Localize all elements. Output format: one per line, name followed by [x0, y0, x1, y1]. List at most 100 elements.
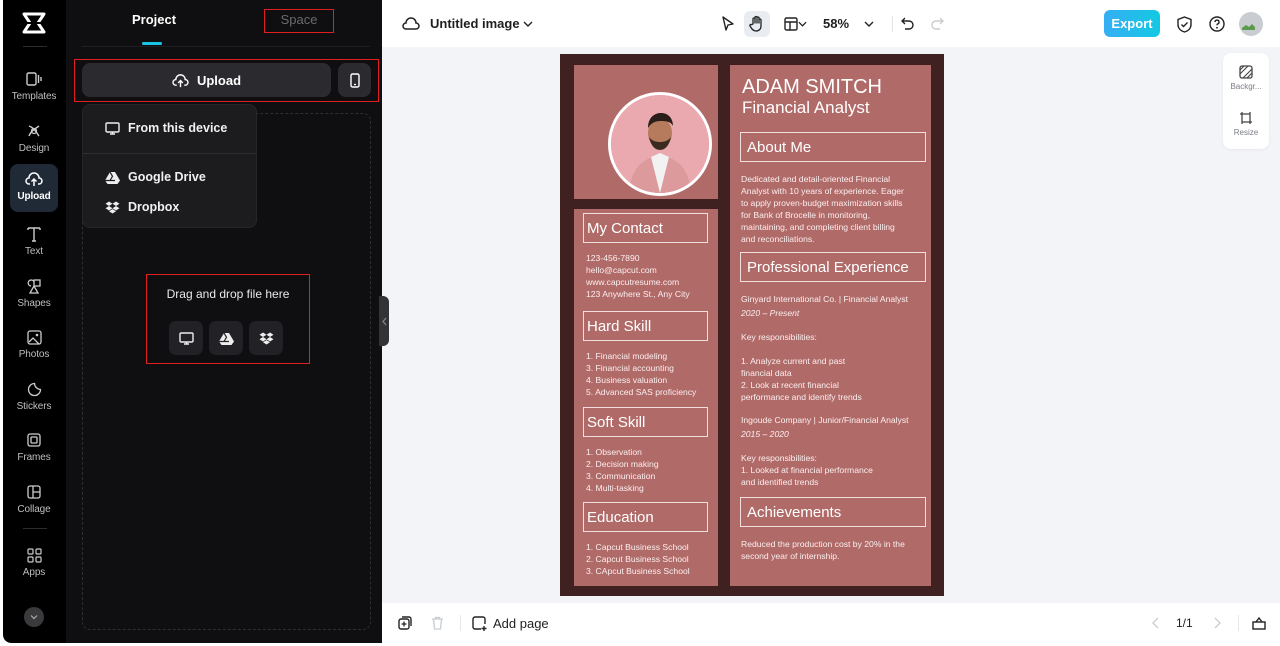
- undo-icon: [901, 17, 914, 30]
- text-icon: [25, 225, 43, 243]
- resize-tool-button[interactable]: Resize: [1223, 111, 1269, 153]
- upload-cloud-icon: [172, 73, 189, 87]
- redo-button[interactable]: [924, 11, 950, 37]
- background-tool-button[interactable]: Backgr...: [1223, 65, 1269, 107]
- education-heading[interactable]: Education: [583, 502, 708, 532]
- chevron-down-icon: [797, 21, 807, 27]
- duplicate-page-button[interactable]: [396, 614, 414, 632]
- rail-item-collage[interactable]: Collage: [10, 477, 58, 525]
- collapse-panel-handle[interactable]: [379, 296, 389, 346]
- help-button[interactable]: [1204, 11, 1230, 37]
- tab-project[interactable]: Project: [132, 12, 176, 27]
- rail-item-shapes[interactable]: Shapes: [10, 271, 58, 319]
- drop-from-google-drive-button[interactable]: [209, 321, 243, 355]
- toolbar-divider: [892, 16, 893, 32]
- contact-heading[interactable]: My Contact: [583, 213, 708, 243]
- redo-icon: [931, 17, 944, 30]
- achievements-heading[interactable]: Achievements: [740, 497, 926, 527]
- upload-cloud-icon: [25, 170, 43, 188]
- profile-photo[interactable]: [608, 92, 712, 196]
- export-button[interactable]: Export: [1104, 10, 1160, 37]
- zoom-menu-button[interactable]: [856, 11, 882, 37]
- dropbox-icon: [105, 201, 120, 213]
- side-tools-panel: Backgr... Resize: [1223, 53, 1269, 149]
- rail-item-frames[interactable]: Frames: [10, 425, 58, 473]
- achievements-text[interactable]: Reduced the production cost by 20% in th…: [741, 538, 905, 562]
- education-text[interactable]: 1. Capcut Business School 2. Capcut Busi…: [586, 541, 690, 577]
- exp1-list[interactable]: 1. Analyze current and past financial da…: [741, 355, 862, 403]
- rail-item-templates[interactable]: Templates: [10, 64, 58, 112]
- hard-skill-heading[interactable]: Hard Skill: [583, 311, 708, 341]
- exp2-heading[interactable]: Ingoude Company | Junior/Financial Analy…: [741, 414, 909, 426]
- hand-icon: [749, 15, 762, 32]
- rail-more-button[interactable]: [24, 607, 44, 627]
- soft-skill-text[interactable]: 1. Observation 2. Decision making 3. Com…: [586, 446, 659, 494]
- next-page-button[interactable]: [1208, 614, 1226, 632]
- capcut-logo-icon[interactable]: [21, 10, 47, 36]
- exp1-key-label[interactable]: Key responsibilities:: [741, 331, 817, 343]
- phone-icon: [349, 72, 360, 88]
- hard-skill-text[interactable]: 1. Financial modeling 3. Financial accou…: [586, 350, 696, 398]
- rail-item-label: Stickers: [16, 401, 52, 412]
- rail-item-stickers[interactable]: Stickers: [10, 374, 58, 422]
- contact-text[interactable]: 123-456-7890 hello@capcut.com www.capcut…: [586, 252, 690, 300]
- add-page-button[interactable]: Add page: [472, 613, 549, 633]
- rail-item-apps[interactable]: Apps: [10, 540, 58, 588]
- bottom-divider: [1238, 615, 1239, 631]
- drop-from-device-button[interactable]: [169, 321, 203, 355]
- menu-item-google-drive[interactable]: Google Drive: [83, 163, 256, 191]
- photos-icon: [25, 328, 43, 346]
- layout-menu-button[interactable]: [795, 11, 809, 37]
- menu-item-label: Dropbox: [128, 200, 180, 214]
- about-heading[interactable]: About Me: [740, 132, 926, 162]
- menu-item-dropbox[interactable]: Dropbox: [83, 193, 256, 221]
- experience-heading[interactable]: Professional Experience: [740, 252, 926, 282]
- zoom-level[interactable]: 58%: [823, 16, 849, 31]
- pages-panel-toggle[interactable]: [1250, 614, 1268, 632]
- broken-image-icon: [1242, 24, 1255, 30]
- hand-tool-button[interactable]: [744, 11, 770, 37]
- security-button[interactable]: [1171, 11, 1197, 37]
- previous-page-button[interactable]: [1146, 614, 1164, 632]
- select-tool-button[interactable]: [715, 11, 741, 37]
- side-tool-label: Resize: [1233, 128, 1259, 137]
- exp1-years[interactable]: 2020 – Present: [741, 307, 799, 319]
- tab-space[interactable]: Space: [264, 9, 334, 33]
- document-title[interactable]: Untitled image: [430, 16, 520, 31]
- resume-name[interactable]: ADAM SMITCH: [742, 76, 882, 98]
- upload-button[interactable]: Upload: [82, 63, 331, 97]
- menu-item-label: From this device: [128, 121, 228, 135]
- delete-page-button[interactable]: [428, 614, 446, 632]
- exp1-heading[interactable]: Ginyard International Co. | Financial An…: [741, 293, 908, 305]
- soft-skill-heading[interactable]: Soft Skill: [583, 407, 708, 437]
- resume-role[interactable]: Financial Analyst: [742, 98, 870, 118]
- about-text[interactable]: Dedicated and detail-oriented Financial …: [741, 173, 904, 245]
- user-avatar[interactable]: [1239, 12, 1263, 36]
- background-icon: [1239, 65, 1253, 79]
- exp2-list[interactable]: Key responsibilities: 1. Looked at finan…: [741, 452, 873, 488]
- chevron-left-icon: [381, 317, 386, 325]
- rail-item-upload[interactable]: Upload: [10, 164, 58, 212]
- dropbox-icon: [259, 332, 273, 344]
- top-bar: Untitled image 58% Export: [382, 0, 1280, 47]
- pointer-icon: [722, 16, 734, 31]
- rail-item-text[interactable]: Text: [10, 219, 58, 267]
- undo-button[interactable]: [895, 11, 921, 37]
- cloud-sync-button[interactable]: [398, 11, 424, 37]
- trash-icon: [431, 616, 443, 630]
- bottom-divider: [460, 615, 461, 631]
- menu-item-from-device[interactable]: From this device: [83, 114, 256, 142]
- drag-drop-text: Drag and drop file here: [166, 287, 290, 301]
- title-menu-button[interactable]: [515, 11, 541, 37]
- resume-canvas[interactable]: ADAM SMITCH Financial Analyst About Me D…: [560, 54, 944, 596]
- upload-from-phone-button[interactable]: [338, 63, 371, 97]
- menu-item-label: Google Drive: [128, 170, 206, 184]
- monitor-icon: [178, 331, 194, 345]
- rail-item-label: Shapes: [17, 298, 51, 309]
- drop-from-dropbox-button[interactable]: [249, 321, 283, 355]
- design-icon: [25, 122, 43, 140]
- rail-item-design[interactable]: Design: [10, 116, 58, 164]
- upload-panel: Project Space Upload From this device Go…: [66, 0, 382, 643]
- exp2-years[interactable]: 2015 – 2020: [741, 428, 789, 440]
- rail-item-photos[interactable]: Photos: [10, 322, 58, 370]
